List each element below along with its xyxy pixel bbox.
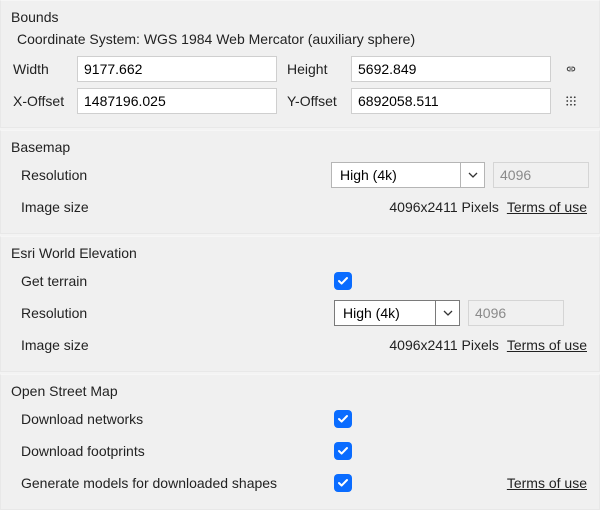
width-input[interactable] xyxy=(77,56,277,82)
height-input[interactable] xyxy=(351,56,551,82)
elevation-group: Esri World Elevation Get terrain Resolut… xyxy=(0,236,600,372)
generate-models-label: Generate models for downloaded shapes xyxy=(11,475,326,491)
elevation-size-label: Image size xyxy=(11,337,326,353)
basemap-resolution-select[interactable] xyxy=(331,162,461,188)
osm-title: Open Street Map xyxy=(11,383,589,399)
basemap-terms-link[interactable]: Terms of use xyxy=(507,199,589,215)
elevation-resolution-px xyxy=(468,300,564,326)
basemap-size-value: 4096x2411 Pixels xyxy=(389,199,498,215)
basemap-resolution-label: Resolution xyxy=(11,167,323,183)
basemap-resolution-px xyxy=(493,162,589,188)
osm-group: Open Street Map Download networks Downlo… xyxy=(0,374,600,510)
yoffset-input[interactable] xyxy=(351,88,551,114)
link-aspect-icon[interactable] xyxy=(559,57,583,81)
grid-icon[interactable] xyxy=(559,89,583,113)
elevation-title: Esri World Elevation xyxy=(11,245,589,261)
bounds-title: Bounds xyxy=(11,9,589,25)
get-terrain-label: Get terrain xyxy=(11,273,326,289)
xoffset-label: X-Offset xyxy=(11,93,69,109)
basemap-size-label: Image size xyxy=(11,199,326,215)
elevation-resolution-label: Resolution xyxy=(11,305,326,321)
height-label: Height xyxy=(285,61,343,77)
chevron-down-icon[interactable] xyxy=(461,162,485,188)
generate-models-checkbox[interactable] xyxy=(334,474,352,492)
basemap-group: Basemap Resolution Image size 4096x2411 … xyxy=(0,130,600,234)
chevron-down-icon[interactable] xyxy=(436,300,460,326)
download-footprints-label: Download footprints xyxy=(11,443,326,459)
yoffset-label: Y-Offset xyxy=(285,93,343,109)
coordinate-system-label: Coordinate System: WGS 1984 Web Mercator… xyxy=(17,31,589,47)
elevation-terms-link[interactable]: Terms of use xyxy=(507,337,589,353)
elevation-size-value: 4096x2411 Pixels xyxy=(389,337,498,353)
download-networks-checkbox[interactable] xyxy=(334,410,352,428)
bounds-group: Bounds Coordinate System: WGS 1984 Web M… xyxy=(0,0,600,128)
elevation-resolution-select[interactable] xyxy=(334,300,436,326)
download-networks-label: Download networks xyxy=(11,411,326,427)
osm-terms-link[interactable]: Terms of use xyxy=(507,475,589,491)
download-footprints-checkbox[interactable] xyxy=(334,442,352,460)
xoffset-input[interactable] xyxy=(77,88,277,114)
width-label: Width xyxy=(11,61,69,77)
get-terrain-checkbox[interactable] xyxy=(334,272,352,290)
basemap-title: Basemap xyxy=(11,139,589,155)
